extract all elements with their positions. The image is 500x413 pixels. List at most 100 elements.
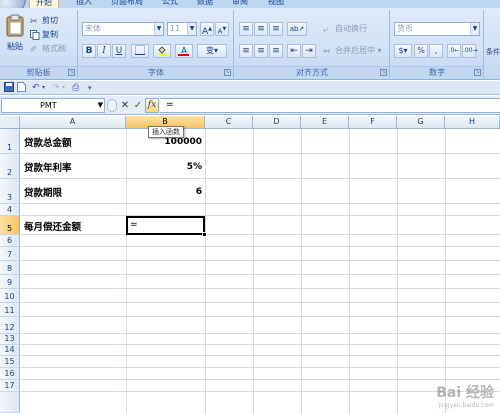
name-box[interactable]: PMT ▼ (1, 98, 105, 113)
column-header-d[interactable]: D (253, 116, 301, 129)
chevron-down-icon[interactable]: ▾ (42, 82, 45, 94)
align-bottom-button[interactable]: ≡ (269, 22, 283, 36)
phonetic-button[interactable]: 变▾ (197, 44, 227, 58)
formula-bar-splitter[interactable] (107, 99, 117, 112)
cut-button[interactable]: ✂ 剪切 (30, 15, 58, 27)
styles-group: 条件 (485, 10, 500, 78)
orientation-button[interactable]: ab↗ (287, 22, 307, 36)
cell-b2[interactable]: 5% (126, 154, 205, 179)
italic-button[interactable]: I (97, 44, 111, 58)
underline-button[interactable]: U (112, 44, 126, 58)
font-launcher[interactable]: ↘ (224, 69, 231, 76)
office-button[interactable] (0, 0, 26, 8)
font-name-combo[interactable]: 宋体 ▼ (82, 22, 164, 36)
column-header-f[interactable]: F (349, 116, 397, 129)
fill-handle[interactable] (202, 232, 207, 237)
merge-center-button[interactable]: ⇔ 合并后居中 ▾ (323, 45, 382, 57)
paste-button[interactable]: 粘贴 (4, 14, 26, 58)
row-header-7[interactable]: 7 (0, 247, 20, 261)
tab-insert[interactable]: 插入 (76, 0, 92, 8)
conditional-format-button[interactable]: 条件 (486, 46, 500, 58)
border-button[interactable] (131, 44, 149, 58)
column-header-g[interactable]: G (397, 116, 445, 129)
comma-button[interactable]: , (429, 44, 443, 58)
number-launcher[interactable]: ↘ (474, 69, 481, 76)
font-color-button[interactable]: A (175, 44, 193, 58)
tab-view[interactable]: 视图 (268, 0, 284, 8)
cell-a3[interactable]: 贷款期限 (20, 179, 126, 204)
formula-input[interactable]: = (160, 98, 500, 113)
paint-bucket-icon (157, 46, 167, 55)
row-header-2[interactable]: 2 (0, 154, 20, 179)
tab-home[interactable]: 开始 (29, 0, 59, 8)
row-header-18[interactable] (0, 392, 20, 413)
column-header-e[interactable]: E (301, 116, 349, 129)
enter-button[interactable]: ✓ (132, 99, 144, 112)
cancel-entry-button[interactable]: ✕ (119, 99, 131, 112)
percent-button[interactable]: % (414, 44, 428, 58)
select-all-button[interactable] (0, 116, 20, 129)
row-header-5[interactable]: 5 (0, 216, 20, 235)
align-left-button[interactable]: ≡ (239, 44, 253, 58)
wrap-text-button[interactable]: ⤶ 自动换行 (323, 23, 367, 35)
row-header-1[interactable]: 1 (0, 129, 20, 154)
chevron-down-icon[interactable]: ▾ (62, 82, 65, 94)
tab-page-layout[interactable]: 页面布局 (111, 0, 143, 8)
row-header-12[interactable]: 12 (0, 317, 20, 334)
chevron-down-icon[interactable]: ▼ (187, 23, 196, 35)
worksheet-grid[interactable]: A B C D E F G H 1 2 3 4 5 6 7 8 9 10 11 … (0, 116, 500, 413)
cell-a2[interactable]: 贷款年利率 (20, 154, 126, 179)
bold-button[interactable]: B (82, 44, 96, 58)
clipboard-launcher[interactable]: ↘ (68, 69, 75, 76)
shrink-font-button[interactable]: A▼ (215, 22, 229, 36)
row-header-3[interactable]: 3 (0, 179, 20, 204)
chevron-down-icon[interactable]: ▼ (154, 23, 163, 35)
grow-font-button[interactable]: A▲ (200, 22, 214, 37)
decrease-indent-button[interactable]: ⇤ (287, 44, 301, 58)
format-painter-button[interactable]: ✐ 格式刷 (30, 43, 66, 55)
row-header-4[interactable]: 4 (0, 204, 20, 216)
column-header-h[interactable]: H (445, 116, 500, 129)
undo-icon[interactable]: ↶ (32, 82, 40, 94)
row-header-16[interactable]: 16 (0, 368, 20, 380)
fill-color-button[interactable] (153, 44, 171, 58)
align-center-button[interactable]: ≡ (254, 44, 268, 58)
row-header-6[interactable]: 6 (0, 235, 20, 247)
row-header-9[interactable]: 9 (0, 275, 20, 289)
row-header-14[interactable]: 14 (0, 345, 20, 356)
increase-indent-button[interactable]: ⇥ (302, 44, 316, 58)
row-header-13[interactable]: 13 (0, 334, 20, 345)
print-preview-icon[interactable]: ⎙ (72, 82, 79, 94)
cell-b3[interactable]: 6 (126, 179, 205, 204)
increase-decimal-button[interactable]: .0← (447, 44, 461, 58)
insert-function-button[interactable]: fx (145, 98, 159, 113)
cell-a1[interactable]: 贷款总金额 (20, 129, 126, 154)
tab-data[interactable]: 数据 (197, 0, 213, 8)
chevron-down-icon[interactable]: ▼ (98, 99, 103, 112)
column-header-a[interactable]: A (20, 116, 126, 129)
save-icon[interactable] (4, 82, 14, 94)
customize-toolbar-icon[interactable]: ▾ (88, 82, 92, 94)
accounting-button[interactable]: $▾ (394, 44, 412, 58)
tab-review[interactable]: 审阅 (232, 0, 248, 8)
cell-a5[interactable]: 每月偿还金额 (20, 216, 126, 235)
row-header-15[interactable]: 15 (0, 356, 20, 368)
row-header-11[interactable]: 11 (0, 303, 20, 317)
alignment-launcher[interactable]: ↘ (380, 69, 387, 76)
align-right-button[interactable]: ≡ (269, 44, 283, 58)
column-header-c[interactable]: C (205, 116, 253, 129)
row-header-17[interactable]: 17 (0, 380, 20, 392)
row-header-8[interactable]: 8 (0, 261, 20, 275)
active-cell-b5[interactable]: = (126, 216, 205, 235)
align-middle-button[interactable]: ≡ (254, 22, 268, 36)
font-size-combo[interactable]: 11 ▼ (167, 22, 197, 36)
tab-formulas[interactable]: 公式 (162, 0, 178, 8)
row-header-10[interactable]: 10 (0, 289, 20, 303)
chevron-down-icon[interactable]: ▼ (470, 23, 479, 35)
number-format-combo[interactable]: 货币 ▼ (394, 22, 480, 36)
redo-icon[interactable]: ↷ (52, 82, 60, 94)
align-top-button[interactable]: ≡ (239, 22, 253, 36)
new-document-icon[interactable] (17, 82, 26, 94)
copy-button[interactable]: 复制 (30, 29, 58, 41)
decrease-decimal-button[interactable]: .00→ (462, 44, 478, 58)
